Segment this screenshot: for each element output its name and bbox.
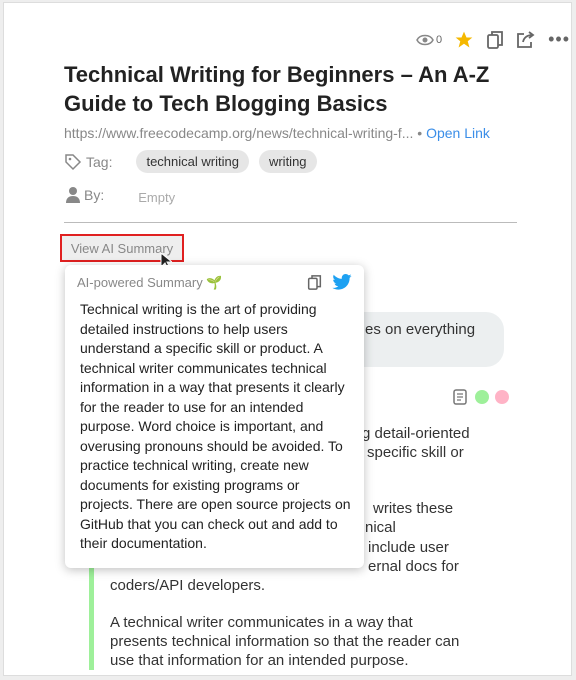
article-title: Technical Writing for Beginners – An A-Z… <box>64 62 490 116</box>
tag-chip[interactable]: writing <box>258 150 317 173</box>
eye-icon <box>416 34 434 45</box>
pink-color-dot[interactable] <box>495 390 509 404</box>
open-link[interactable]: Open Link <box>426 125 490 141</box>
star-icon[interactable] <box>454 30 474 50</box>
twitter-icon[interactable] <box>332 274 352 290</box>
toolbar: 0 ••• <box>416 29 570 50</box>
article-url: https://www.freecodecamp.org/news/techni… <box>64 125 490 141</box>
views-counter: 0 <box>416 34 442 46</box>
tag-row: Tag: technical writing writing <box>64 150 317 173</box>
share-icon[interactable] <box>516 30 536 49</box>
summary-text: Technical writing is the art of providin… <box>80 301 351 551</box>
popup-heading: AI-powered Summary 🌱 <box>77 275 223 290</box>
tag-chip[interactable]: technical writing <box>136 150 249 173</box>
green-color-dot[interactable] <box>475 390 489 404</box>
tag-icon <box>65 153 82 170</box>
sprout-icon: 🌱 <box>206 275 223 290</box>
more-icon[interactable]: ••• <box>548 29 570 50</box>
copy-icon[interactable] <box>307 274 322 291</box>
ai-summary-popup: AI-powered Summary 🌱 Technical writing i… <box>65 265 364 568</box>
person-icon <box>66 186 80 203</box>
note-icon[interactable] <box>453 389 467 405</box>
divider <box>64 222 517 223</box>
copy-icon[interactable] <box>486 30 504 50</box>
author-row: By: Empty <box>66 184 175 205</box>
